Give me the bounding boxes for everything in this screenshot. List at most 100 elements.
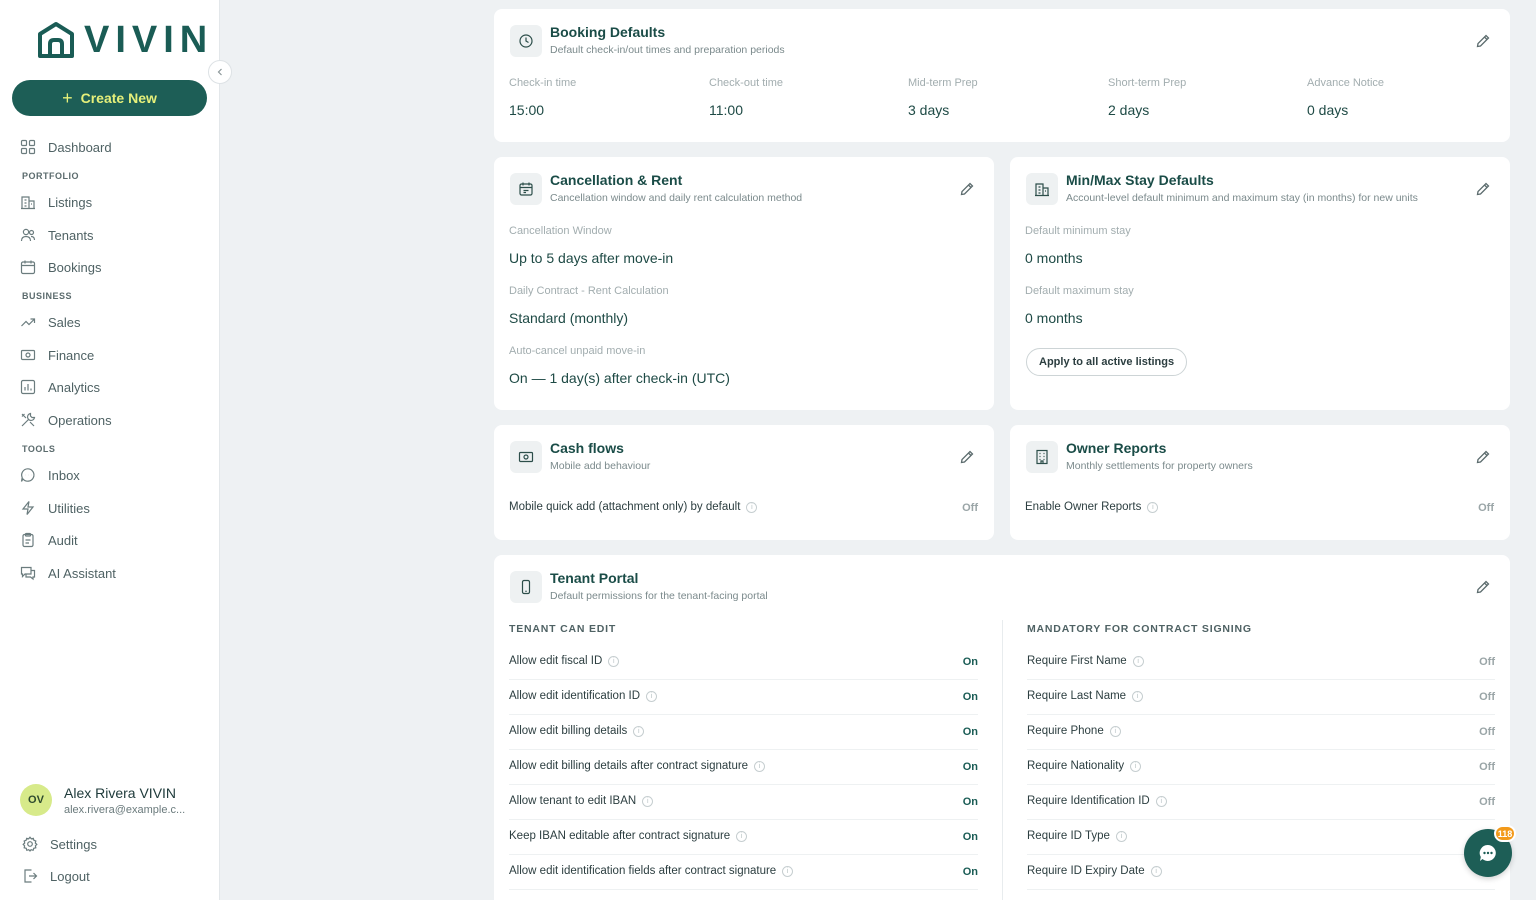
info-icon[interactable]: i <box>736 830 748 842</box>
permission-value[interactable]: Off <box>1479 656 1495 668</box>
permission-label-text: Allow edit identification fields after c… <box>509 865 777 877</box>
field-value: On — 1 day(s) after check-in (UTC) <box>509 370 730 386</box>
permission-value[interactable]: On <box>963 796 978 808</box>
field-value: Standard (monthly) <box>509 310 629 326</box>
edit-button[interactable] <box>1473 447 1493 467</box>
sidebar-item-operations[interactable]: Operations <box>20 410 112 430</box>
sidebar-item-tenants[interactable]: Tenants <box>20 225 94 245</box>
edit-button[interactable] <box>957 447 977 467</box>
info-icon[interactable]: i <box>1109 725 1121 737</box>
info-icon[interactable]: i <box>1155 795 1167 807</box>
edit-button[interactable] <box>1473 31 1493 51</box>
sidebar-item-dashboard[interactable]: Dashboard <box>20 137 112 157</box>
apply-to-all-listings-button[interactable]: Apply to all active listings <box>1026 348 1188 376</box>
setting-label-text: Enable Owner Reports <box>1025 501 1142 513</box>
permission-label: Require ID Expiry Date i <box>1027 865 1162 877</box>
mandatory-signing-heading: MANDATORY FOR CONTRACT SIGNING <box>1027 623 1252 635</box>
permission-value[interactable]: Off <box>1479 726 1495 738</box>
edit-button[interactable] <box>1473 577 1493 597</box>
setting-value[interactable]: Off <box>962 502 978 514</box>
section-label-business: BUSINESS <box>22 291 73 301</box>
info-icon[interactable]: i <box>1150 865 1162 877</box>
pencil-icon <box>1476 580 1490 594</box>
card-icon <box>510 173 542 205</box>
edit-button[interactable] <box>1473 179 1493 199</box>
permission-value[interactable]: Off <box>1479 796 1495 808</box>
sidebar-item-audit[interactable]: Audit <box>20 530 78 550</box>
info-icon[interactable]: i <box>1132 655 1144 667</box>
sidebar-item-label: Audit <box>48 532 78 548</box>
info-icon[interactable]: i <box>608 655 620 667</box>
permission-value[interactable]: Off <box>1479 691 1495 703</box>
field-label: Mid-term Prep <box>908 77 978 89</box>
permission-value[interactable]: On <box>963 831 978 843</box>
clipboard-icon <box>22 532 34 548</box>
section-label-tools: TOOLS <box>22 444 56 454</box>
info-icon[interactable]: i <box>646 690 658 702</box>
sidebar-collapse-button[interactable] <box>208 60 232 84</box>
user-profile[interactable]: OV Alex Rivera VIVIN alex.rivera@example… <box>20 784 185 816</box>
info-icon[interactable]: i <box>754 760 766 772</box>
info-icon[interactable]: i <box>1147 501 1159 513</box>
logo[interactable]: VIVIN <box>36 20 213 60</box>
field-label: Default maximum stay <box>1025 285 1134 297</box>
info-icon[interactable]: i <box>782 865 794 877</box>
permission-label: Allow edit billing details after contrac… <box>509 760 766 772</box>
info-icon[interactable]: i <box>1132 690 1144 702</box>
permission-label: Allow tenant to edit IBAN i <box>509 795 654 807</box>
field-label: Default minimum stay <box>1025 225 1131 237</box>
avatar: OV <box>20 784 52 816</box>
permission-label: Require Identification ID i <box>1027 795 1167 807</box>
info-icon[interactable]: i <box>1115 830 1127 842</box>
pencil-icon <box>1476 34 1490 48</box>
bar-chart-icon <box>20 379 36 395</box>
permission-value[interactable]: On <box>963 866 978 878</box>
permission-value[interactable]: On <box>963 691 978 703</box>
user-name: Alex Rivera VIVIN <box>64 784 177 801</box>
permission-row: Require Identification ID i Off <box>1027 785 1495 820</box>
edit-button[interactable] <box>957 179 977 199</box>
permission-label-text: Keep IBAN editable after contract signat… <box>509 830 731 842</box>
section-label-portfolio: PORTFOLIO <box>22 171 79 181</box>
create-new-label: Create New <box>80 90 157 106</box>
permission-label-text: Require Nationality <box>1027 760 1125 772</box>
create-new-button[interactable]: + Create New <box>12 80 207 116</box>
permission-value[interactable]: On <box>963 656 978 668</box>
permission-row: Allow edit billing details i On <box>509 715 978 750</box>
sidebar-item-label: Finance <box>48 347 95 363</box>
permission-row: Allow tenant to edit IBAN i On <box>509 785 978 820</box>
setting-value[interactable]: Off <box>1478 502 1494 514</box>
permission-value[interactable]: On <box>963 761 978 773</box>
sidebar-item-sales[interactable]: Sales <box>20 312 81 332</box>
permission-value[interactable]: Off <box>1479 761 1495 773</box>
permission-row: Allow edit identification ID i On <box>509 680 978 715</box>
sidebar-item-bookings[interactable]: Bookings <box>20 257 101 277</box>
sidebar-item-label: Dashboard <box>48 139 112 155</box>
info-icon[interactable]: i <box>1130 760 1142 772</box>
building-icon <box>21 196 35 210</box>
card-icon <box>1026 441 1058 473</box>
logout-link[interactable]: Logout <box>22 866 90 886</box>
sidebar-item-label: AI Assistant <box>48 565 116 581</box>
sidebar-item-utilities[interactable]: Utilities <box>20 498 90 518</box>
sidebar-item-inbox[interactable]: Inbox <box>20 465 80 485</box>
booking-defaults-card: Booking Defaults Default check-in/out ti… <box>494 9 1510 142</box>
field-value: 11:00 <box>709 102 743 118</box>
notification-badge: 118 <box>1494 825 1516 842</box>
grid-icon <box>20 139 36 155</box>
card-subtitle: Cancellation window and daily rent calcu… <box>550 192 803 204</box>
info-icon[interactable]: i <box>746 501 758 513</box>
settings-link[interactable]: Settings <box>22 834 97 854</box>
sidebar-item-listings[interactable]: Listings <box>20 192 92 212</box>
sidebar-item-ai-assistant[interactable]: AI Assistant <box>20 563 116 583</box>
sidebar-item-analytics[interactable]: Analytics <box>20 377 100 397</box>
permission-value[interactable]: On <box>963 726 978 738</box>
sidebar-item-label: Listings <box>48 194 93 210</box>
permission-label-text: Require ID Type <box>1027 830 1110 842</box>
card-title: Booking Defaults <box>550 24 666 40</box>
sidebar-item-finance[interactable]: Finance <box>20 345 94 365</box>
info-icon[interactable]: i <box>633 725 645 737</box>
permission-row: Require First Name i Off <box>1027 645 1495 680</box>
info-icon[interactable]: i <box>642 795 654 807</box>
smartphone-icon <box>521 579 531 595</box>
